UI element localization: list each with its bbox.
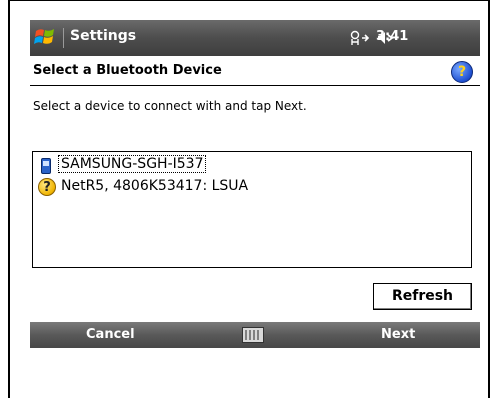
app-title: Settings <box>70 28 137 44</box>
title-separator <box>63 28 64 48</box>
softkey-bar: Cancel Next <box>30 322 480 348</box>
next-softkey[interactable]: Next <box>381 327 415 342</box>
unknown-device-icon: ? <box>38 178 56 196</box>
page-header: Select a Bluetooth Device ? <box>30 56 480 86</box>
keyboard-icon[interactable] <box>242 327 264 343</box>
help-icon[interactable]: ? <box>451 61 473 83</box>
title-bar: Settings 3:41 <box>30 20 480 56</box>
device-list[interactable]: SAMSUNG-SGH-I537 ? NetR5, 4806K53417: LS… <box>32 151 472 268</box>
device-label: SAMSUNG-SGH-I537 <box>57 155 207 173</box>
instructions-text: Select a device to connect with and tap … <box>33 99 307 113</box>
device-label: NetR5, 4806K53417: LSUA <box>61 178 249 194</box>
refresh-button[interactable]: Refresh <box>373 283 472 310</box>
pocketpc-screen: Settings 3:41 Select a Bluetooth Device … <box>30 20 480 348</box>
cancel-softkey[interactable]: Cancel <box>86 327 135 342</box>
phone-icon <box>38 156 56 174</box>
clock[interactable]: 3:41 <box>376 29 408 44</box>
windows-start-icon[interactable] <box>34 26 56 48</box>
connectivity-icon[interactable] <box>348 30 372 46</box>
page-title: Select a Bluetooth Device <box>33 63 222 78</box>
